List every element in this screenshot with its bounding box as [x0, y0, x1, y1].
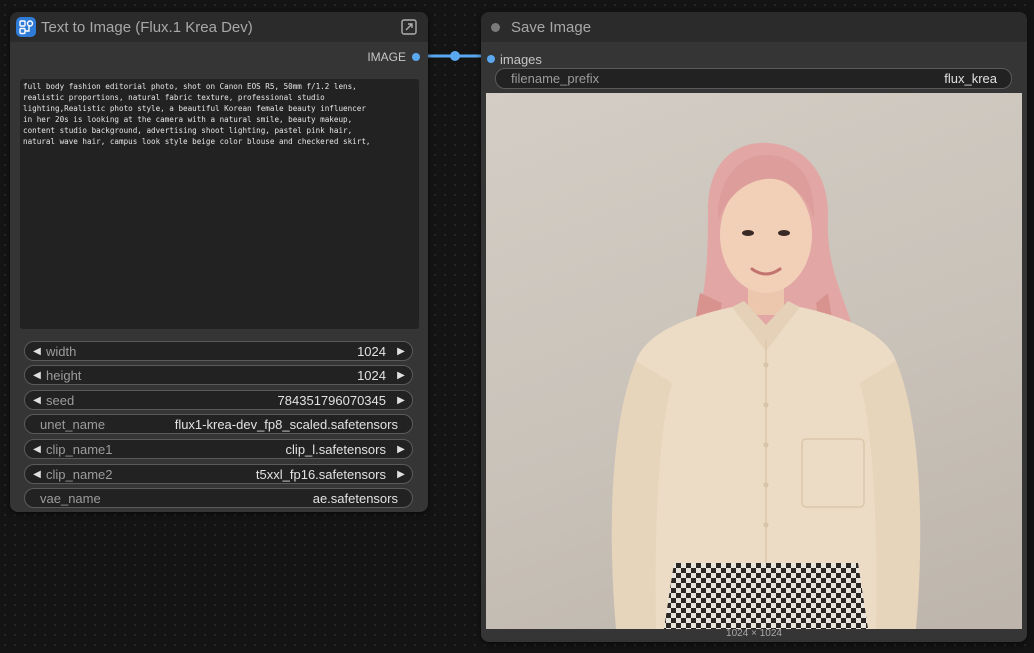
widget-name: unet_name: [40, 416, 106, 432]
link-midpoint[interactable]: [450, 51, 460, 61]
widget-value: 784351796070345: [277, 392, 386, 408]
widget-name: clip_name1: [46, 441, 113, 457]
generated-portrait: [611, 142, 921, 629]
unet-name-widget[interactable]: unet_name flux1-krea-dev_fp8_scaled.safe…: [24, 414, 413, 434]
arrow-right-icon[interactable]: ▶: [394, 469, 408, 480]
width-widget[interactable]: ◀ width 1024 ▶: [24, 341, 413, 361]
output-slot-dot[interactable]: [412, 53, 420, 61]
clip-name2-widget[interactable]: ◀ clip_name2 t5xxl_fp16.safetensors ▶: [24, 464, 413, 484]
arrow-right-icon[interactable]: ▶: [394, 370, 408, 381]
node-status-dot: [491, 23, 500, 32]
widget-value: 1024: [357, 343, 386, 359]
widget-name: seed: [46, 392, 75, 408]
widget-value: flux1-krea-dev_fp8_scaled.safetensors: [174, 416, 398, 432]
widget-value: 1024: [357, 367, 386, 383]
arrow-left-icon[interactable]: ◀: [30, 346, 44, 357]
image-dimensions: 1024 × 1024: [726, 628, 782, 639]
input-slot-dot[interactable]: [487, 55, 495, 63]
input-slot-row: images: [487, 51, 542, 67]
widget-value: t5xxl_fp16.safetensors: [255, 466, 386, 482]
arrow-right-icon[interactable]: ▶: [394, 395, 408, 406]
widget-name: height: [46, 367, 82, 383]
seed-widget[interactable]: ◀ seed 784351796070345 ▶: [24, 390, 413, 410]
arrow-left-icon[interactable]: ◀: [30, 469, 44, 480]
arrow-left-icon[interactable]: ◀: [30, 370, 44, 381]
arrow-right-icon[interactable]: ▶: [394, 346, 408, 357]
clip-name1-widget[interactable]: ◀ clip_name1 clip_l.safetensors ▶: [24, 439, 413, 459]
filename-prefix-widget[interactable]: filename_prefix flux_krea: [495, 68, 1012, 89]
save-image-node[interactable]: Save Image images filename_prefix flux_k…: [481, 12, 1027, 642]
prompt-textarea[interactable]: full body fashion editorial photo, shot …: [20, 79, 419, 329]
node-header[interactable]: Text to Image (Flux.1 Krea Dev): [10, 12, 428, 42]
text-to-image-node[interactable]: Text to Image (Flux.1 Krea Dev) IMAGE fu…: [10, 12, 428, 512]
height-widget[interactable]: ◀ height 1024 ▶: [24, 365, 413, 385]
node-header[interactable]: Save Image: [481, 12, 1027, 42]
arrow-left-icon[interactable]: ◀: [30, 444, 44, 455]
node-title: Save Image: [511, 18, 592, 36]
widget-value: flux_krea: [944, 71, 997, 86]
vae-name-widget[interactable]: vae_name ae.safetensors: [24, 488, 413, 508]
widget-value: clip_l.safetensors: [285, 441, 386, 457]
widget-value: ae.safetensors: [312, 490, 398, 506]
widget-name: vae_name: [40, 490, 101, 506]
image-preview[interactable]: [486, 93, 1022, 629]
widget-name: clip_name2: [46, 466, 113, 482]
arrow-left-icon[interactable]: ◀: [30, 395, 44, 406]
arrow-right-icon[interactable]: ▶: [394, 444, 408, 455]
workflow-icon: [16, 17, 36, 37]
widget-name: width: [46, 343, 77, 359]
output-slot-row: IMAGE: [367, 50, 420, 64]
widget-name: filename_prefix: [511, 71, 600, 86]
expand-icon[interactable]: [400, 18, 418, 36]
input-label: images: [500, 51, 542, 67]
output-label: IMAGE: [367, 50, 406, 64]
node-title: Text to Image (Flux.1 Krea Dev): [41, 18, 253, 36]
